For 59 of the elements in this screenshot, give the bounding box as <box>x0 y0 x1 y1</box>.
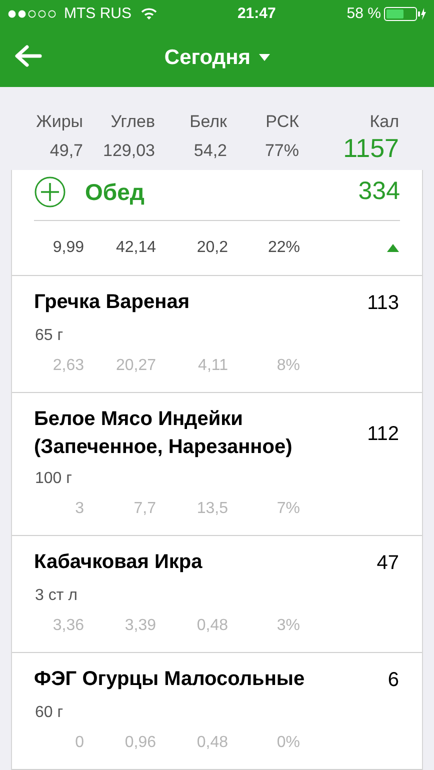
food-item[interactable]: Белое Мясо Индейки (Запеченное, Нарезанное) 112 100 г 3 7,7 13,5 7% <box>12 393 422 536</box>
macro-value: 7,7 <box>132 499 156 519</box>
signal-icon <box>8 10 58 18</box>
meal-calories: 334 <box>358 176 400 208</box>
macro-value: 3 <box>74 499 84 519</box>
portion: 3 ст л <box>34 586 78 606</box>
macro-value: 3,39 <box>124 616 156 636</box>
date-dropdown[interactable]: Сегодня <box>164 42 270 74</box>
summary-value: 49,7 <box>50 140 83 162</box>
macro-value: 9,99 <box>52 238 84 258</box>
back-arrow-icon[interactable] <box>14 45 42 67</box>
calories-total: 1157 <box>343 134 399 160</box>
portion: 100 г <box>34 469 73 489</box>
food-calories: 47 <box>376 551 399 576</box>
food-item[interactable]: Кабачковая Икра 47 3 ст л 3,36 3,39 0,48 3% <box>12 536 422 653</box>
food-name: Гречка Вареная <box>34 290 190 315</box>
add-icon[interactable] <box>34 176 66 208</box>
macro-value: 13,5 <box>196 499 228 519</box>
portion: 65 г <box>34 326 64 346</box>
battery-percent: 58 % <box>346 4 381 24</box>
food-item[interactable]: Гречка Вареная 113 65 г 2,63 20,27 4,11 8% <box>12 276 422 393</box>
macro-value: 20,2 <box>196 238 228 258</box>
food-calories: 6 <box>388 668 399 693</box>
macro-value: 0,48 <box>196 616 228 636</box>
summary-label: Жиры <box>36 111 83 133</box>
food-name: Белое Мясо Индейки (Запеченное, Нарезанное) <box>34 407 294 460</box>
summary-value: 77% <box>264 140 299 162</box>
portion: 60 г <box>34 703 64 723</box>
summary-value: 129,03 <box>103 140 155 162</box>
macro-value: 7% <box>276 499 300 519</box>
macro-value: 22% <box>266 238 300 258</box>
macro-value: 2,63 <box>52 356 84 376</box>
caret-icon <box>258 54 270 61</box>
status-time: 21:47 <box>237 4 276 24</box>
macro-value: 0,96 <box>124 733 156 753</box>
meal-name: Обед <box>85 178 144 207</box>
summary-label: Углев <box>110 111 155 133</box>
carrier-name: MTS RUS <box>64 4 132 24</box>
macro-value: 8% <box>276 356 300 376</box>
wifi-icon <box>140 8 156 20</box>
food-calories: 113 <box>367 291 399 316</box>
battery-icon <box>384 7 426 21</box>
food-calories: 112 <box>367 422 399 447</box>
food-item[interactable]: ФЭГ Огурцы Малосольные 6 60 г 0 0,96 0,48 0% <box>12 653 422 770</box>
macro-value: 0% <box>276 733 300 753</box>
macro-value: 20,27 <box>114 356 156 376</box>
macro-value: 0,48 <box>196 733 228 753</box>
macro-value: 0 <box>74 733 84 753</box>
collapse-caret-icon[interactable] <box>387 244 399 252</box>
macro-value: 3,36 <box>52 616 84 636</box>
calories-label: Кал <box>370 111 399 133</box>
food-name: Кабачковая Икра <box>34 550 204 575</box>
summary-label: Белк <box>190 111 227 133</box>
summary-value: 54,2 <box>194 140 227 162</box>
macro-value: 42,14 <box>114 238 156 258</box>
macro-value: 4,11 <box>197 356 228 376</box>
food-name: ФЭГ Огурцы Малосольные <box>34 667 306 692</box>
macro-value: 3% <box>276 616 300 636</box>
summary-label: РСК <box>266 111 299 133</box>
